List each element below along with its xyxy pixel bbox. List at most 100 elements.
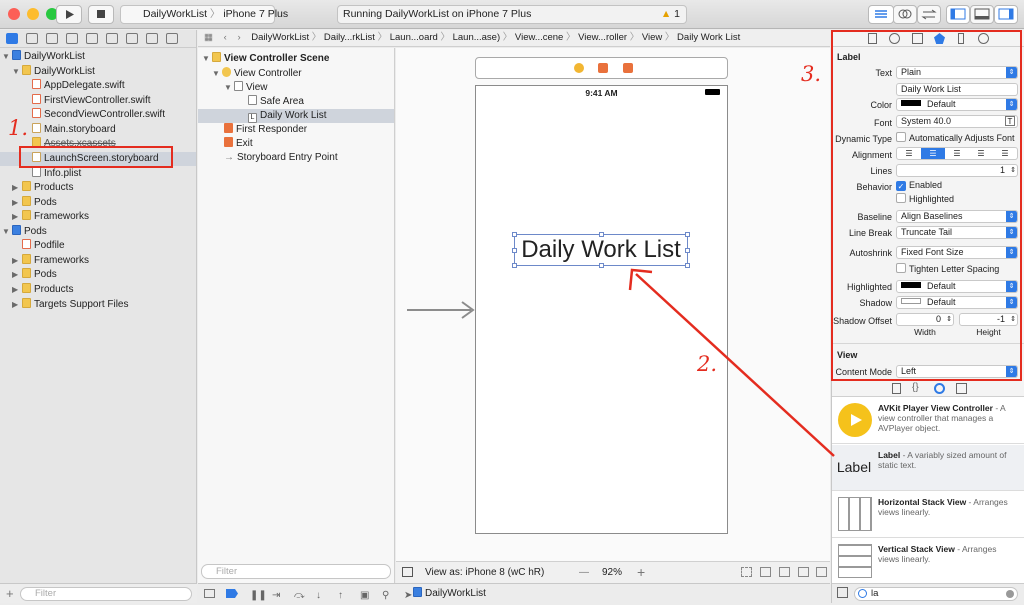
resolve-icon[interactable] <box>816 567 827 577</box>
minimize-window-button[interactable] <box>27 8 39 20</box>
tree-group[interactable]: ▶ Frameworks <box>12 254 89 268</box>
toggle-navigator-button[interactable] <box>946 5 970 24</box>
folder-icon[interactable] <box>6 33 18 44</box>
forward-icon[interactable]: › <box>229 32 240 43</box>
tree-group[interactable]: ▶ Pods <box>12 268 57 282</box>
tree-group-dailyworklist[interactable]: ▼ DailyWorkList <box>12 65 95 79</box>
version-editor-button[interactable] <box>917 5 941 24</box>
resize-handle[interactable] <box>599 263 604 268</box>
step-out-icon[interactable]: ↑ <box>338 586 343 605</box>
toggle-inspector-button[interactable] <box>994 5 1018 24</box>
jump-crumb[interactable]: View...roller <box>578 32 627 43</box>
zoom-in-button[interactable]: + <box>637 562 645 583</box>
resize-handle[interactable] <box>512 248 517 253</box>
debug-icon[interactable] <box>126 33 138 44</box>
tree-file[interactable]: Main.storyboard <box>32 123 116 137</box>
outline-toggle-icon[interactable] <box>402 567 413 577</box>
clear-icon[interactable] <box>1006 590 1014 598</box>
jump-crumb[interactable]: Laun...oard <box>390 32 438 43</box>
tree-file[interactable]: FirstViewController.swift <box>32 94 151 108</box>
tree-file[interactable]: Info.plist <box>32 167 81 181</box>
resize-handle[interactable] <box>512 263 517 268</box>
library-item-avkit[interactable]: AVKit Player View Controller - A view co… <box>832 398 1024 444</box>
tree-file[interactable]: SecondViewController.swift <box>32 108 165 122</box>
resize-handle[interactable] <box>685 248 690 253</box>
view-controller-icon[interactable] <box>574 63 584 73</box>
outline-first-responder[interactable]: First Responder <box>224 123 307 137</box>
step-over-icon[interactable]: ⤼ <box>294 586 305 605</box>
scheme-selector[interactable]: DailyWorkList 〉 iPhone 7 Plus <box>120 5 288 24</box>
tree-pods-root[interactable]: ▼ Pods <box>2 225 47 239</box>
tree-group[interactable]: ▶ Frameworks <box>12 210 89 224</box>
first-responder-icon[interactable] <box>598 63 608 73</box>
jump-crumb[interactable]: Daily...rkList <box>324 32 375 43</box>
jump-crumb[interactable]: Daily Work List <box>677 32 740 43</box>
assistant-editor-button[interactable] <box>893 5 917 24</box>
resize-handle[interactable] <box>599 232 604 237</box>
warning-badge[interactable]: ▲ 1 <box>661 6 680 23</box>
pause-icon[interactable]: ❚❚ <box>250 586 267 605</box>
tree-group[interactable]: ▶ Targets Support Files <box>12 298 129 312</box>
report-icon[interactable] <box>166 33 178 44</box>
breakpoints-icon[interactable] <box>226 589 238 598</box>
outline-label-selected[interactable]: L Daily Work List <box>198 109 394 123</box>
resize-handle[interactable] <box>685 232 690 237</box>
outline-filter-input[interactable]: Filter <box>201 564 391 579</box>
search-icon[interactable] <box>66 33 78 44</box>
jump-crumb[interactable]: View <box>642 32 662 43</box>
tree-group[interactable]: ▶ Products <box>12 181 73 195</box>
outline-scene[interactable]: ▼ View Controller Scene <box>202 52 329 66</box>
close-window-button[interactable] <box>8 8 20 20</box>
toggle-debug-button[interactable] <box>970 5 994 24</box>
file-template-icon[interactable] <box>892 383 901 394</box>
view-as-device[interactable]: View as: iPhone 8 (wC hR) <box>425 562 544 583</box>
breakpoint-icon[interactable] <box>146 33 158 44</box>
library-item-hstack[interactable]: Horizontal Stack View - Arranges views l… <box>832 492 1024 538</box>
jump-crumb[interactable]: View...cene <box>515 32 563 43</box>
grid-view-icon[interactable] <box>837 587 848 598</box>
tree-project-root[interactable]: ▼ DailyWorkList <box>2 50 85 64</box>
back-icon[interactable]: ‹ <box>216 32 227 43</box>
snippet-icon[interactable]: {} <box>912 382 919 393</box>
outline-safe-area[interactable]: Safe Area <box>248 95 304 109</box>
exit-icon[interactable] <box>623 63 633 73</box>
library-item-vstack[interactable]: Vertical Stack View - Arranges views lin… <box>832 539 1024 585</box>
symbol-icon[interactable] <box>46 33 58 44</box>
step-in-icon[interactable]: ↓ <box>316 586 321 605</box>
tree-file[interactable]: AppDelegate.swift <box>32 79 125 93</box>
location-icon[interactable]: ➤ <box>404 586 412 605</box>
tree-group[interactable]: ▶ Products <box>12 283 73 297</box>
media-library-icon[interactable] <box>956 383 967 394</box>
tree-group[interactable]: ▶ Pods <box>12 196 57 210</box>
outline-controller[interactable]: ▼ View Controller <box>212 67 302 81</box>
continue-icon[interactable]: ⇥ <box>272 586 280 605</box>
standard-editor-button[interactable] <box>868 5 894 24</box>
debug-target-name[interactable]: DailyWorkList <box>413 584 486 603</box>
jump-crumb[interactable]: Laun...ase) <box>453 32 501 43</box>
tree-file[interactable]: Podfile <box>22 239 65 253</box>
source-control-icon[interactable] <box>26 33 38 44</box>
update-frames-icon[interactable] <box>741 567 752 577</box>
add-icon[interactable]: + <box>6 586 14 601</box>
pin-icon[interactable] <box>798 567 809 577</box>
memory-graph-icon[interactable]: ⚲ <box>382 586 389 605</box>
resize-handle[interactable] <box>512 232 517 237</box>
library-search-input[interactable]: la <box>854 587 1018 601</box>
align-icon[interactable] <box>779 567 790 577</box>
jump-crumb[interactable]: DailyWorkList <box>243 32 309 43</box>
run-button[interactable] <box>56 5 82 24</box>
outline-view[interactable]: ▼ View <box>224 81 268 95</box>
hide-debug-icon[interactable] <box>204 589 215 598</box>
zoom-out-button[interactable]: — <box>579 562 589 583</box>
issue-icon[interactable] <box>86 33 98 44</box>
view-hierarchy-icon[interactable]: ▣ <box>360 586 369 605</box>
navigator-filter-input[interactable]: Filter <box>20 587 192 601</box>
library-item-label[interactable]: Label Label - A variably sized amount of… <box>832 445 1024 491</box>
grid-icon[interactable]: ▦ <box>198 32 213 43</box>
outline-entry-point[interactable]: → Storyboard Entry Point <box>224 151 338 165</box>
test-icon[interactable] <box>106 33 118 44</box>
outline-exit[interactable]: Exit <box>224 137 253 151</box>
stop-button[interactable] <box>88 5 114 24</box>
stack-icon[interactable] <box>760 567 771 577</box>
object-library-icon[interactable] <box>934 383 945 394</box>
